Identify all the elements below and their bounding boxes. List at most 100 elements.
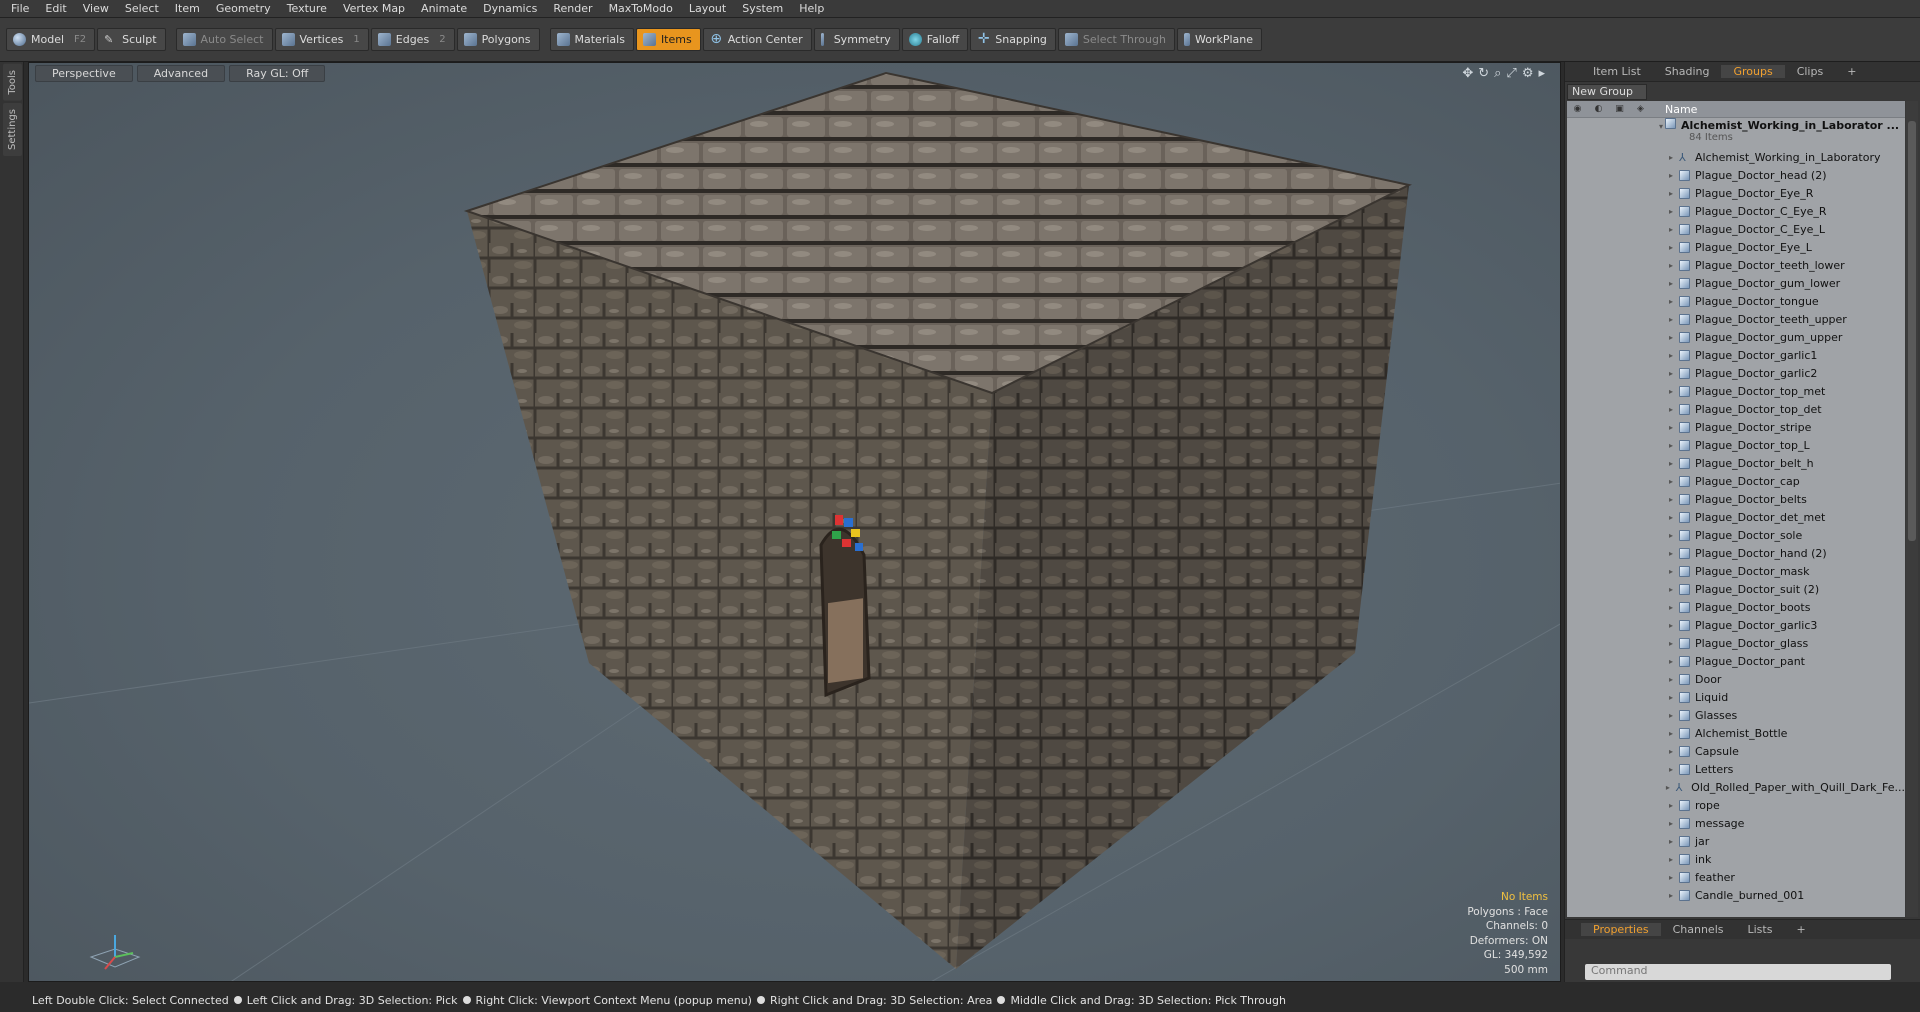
polygons-button[interactable]: Polygons bbox=[456, 28, 540, 51]
select-through-button[interactable]: Select Through bbox=[1057, 28, 1175, 51]
expand-arrow-icon[interactable]: ▸ bbox=[1669, 891, 1677, 900]
list-item[interactable]: ▸ Plague_Doctor_stripe bbox=[1567, 418, 1905, 436]
vertices-button[interactable]: Vertices 1 bbox=[274, 28, 369, 51]
list-item[interactable]: ▸ Plague_Doctor_top_det bbox=[1567, 400, 1905, 418]
list-item[interactable]: ▸ Plague_Doctor_Eye_L bbox=[1567, 238, 1905, 256]
expand-arrow-icon[interactable]: ▸ bbox=[1669, 837, 1677, 846]
list-item[interactable]: ▸ Plague_Doctor_hand (2) bbox=[1567, 544, 1905, 562]
list-item[interactable]: ▸ Plague_Doctor_boots bbox=[1567, 598, 1905, 616]
tab-properties[interactable]: Properties bbox=[1581, 923, 1661, 936]
raygl-toggle[interactable]: Ray GL: Off bbox=[229, 65, 326, 82]
expand-arrow-icon[interactable]: ▸ bbox=[1669, 657, 1677, 666]
tab-lists[interactable]: Lists bbox=[1736, 923, 1785, 936]
new-group-button[interactable]: New Group bbox=[1567, 84, 1647, 100]
expand-arrow-icon[interactable]: ▸ bbox=[1669, 639, 1677, 648]
expand-arrow-icon[interactable]: ▸ bbox=[1669, 621, 1677, 630]
list-item[interactable]: ▸ Plague_Doctor_gum_upper bbox=[1567, 328, 1905, 346]
expand-arrow-icon[interactable]: ▸ bbox=[1669, 225, 1677, 234]
lock-icon[interactable]: ▣ bbox=[1609, 104, 1630, 114]
expand-arrow-icon[interactable]: ▸ bbox=[1669, 261, 1677, 270]
add-tab-button[interactable]: + bbox=[1835, 65, 1868, 78]
list-item[interactable]: ▸ ⅄ Alchemist_Working_in_Laboratory bbox=[1567, 148, 1905, 166]
expand-arrow-icon[interactable]: ▸ bbox=[1669, 765, 1677, 774]
expand-arrow-icon[interactable]: ▸ bbox=[1669, 369, 1677, 378]
list-item[interactable]: ▸ Plague_Doctor_belt_h bbox=[1567, 454, 1905, 472]
menu-dynamics[interactable]: Dynamics bbox=[478, 2, 548, 15]
expand-arrow-icon[interactable]: ▸ bbox=[1669, 801, 1677, 810]
expand-arrow-icon[interactable]: ▸ bbox=[1669, 819, 1677, 828]
menu-maxtomodo[interactable]: MaxToModo bbox=[604, 2, 684, 15]
action-center-button[interactable]: ⊕ Action Center bbox=[702, 28, 812, 51]
expand-arrow-icon[interactable]: ▸ bbox=[1669, 567, 1677, 576]
list-item[interactable]: ▸ Plague_Doctor_glass bbox=[1567, 634, 1905, 652]
list-item[interactable]: ▸ Plague_Doctor_top_met bbox=[1567, 382, 1905, 400]
tab-channels[interactable]: Channels bbox=[1661, 923, 1736, 936]
list-item[interactable]: ▸ Glasses bbox=[1567, 706, 1905, 724]
list-item[interactable]: ▸ Plague_Doctor_teeth_upper bbox=[1567, 310, 1905, 328]
gear-icon[interactable]: ⚙ bbox=[1522, 66, 1539, 81]
expand-arrow-icon[interactable]: ▸ bbox=[1669, 333, 1677, 342]
expand-arrow-icon[interactable]: ▸ bbox=[1669, 477, 1677, 486]
items-button[interactable]: Items bbox=[635, 28, 701, 51]
3d-viewport[interactable]: Perspective Advanced Ray GL: Off ✥↻⌕⤢⚙▸ … bbox=[28, 62, 1561, 982]
list-item[interactable]: ▸ Plague_Doctor_cap bbox=[1567, 472, 1905, 490]
eye-icon[interactable]: ◉ bbox=[1567, 104, 1588, 114]
expand-arrow-icon[interactable]: ▸ bbox=[1669, 387, 1677, 396]
list-item[interactable]: ▸ Letters bbox=[1567, 760, 1905, 778]
list-item[interactable]: ▸ Door bbox=[1567, 670, 1905, 688]
list-item[interactable]: ▸ Plague_Doctor_C_Eye_L bbox=[1567, 220, 1905, 238]
list-item[interactable]: ▸ Plague_Doctor_top_L bbox=[1567, 436, 1905, 454]
falloff-button[interactable]: Falloff bbox=[901, 28, 969, 51]
maximize-icon[interactable]: ⤢ bbox=[1506, 66, 1521, 81]
scroll-thumb[interactable] bbox=[1908, 121, 1916, 541]
sculpt-button[interactable]: ✎ Sculpt bbox=[97, 28, 166, 51]
list-item[interactable]: ▸ Plague_Doctor_gum_lower bbox=[1567, 274, 1905, 292]
list-item[interactable]: ▸ Plague_Doctor_sole bbox=[1567, 526, 1905, 544]
model-button[interactable]: Model F2 bbox=[6, 28, 96, 51]
expand-arrow-icon[interactable]: ▸ bbox=[1669, 675, 1677, 684]
list-item[interactable]: ▸ Plague_Doctor_garlic3 bbox=[1567, 616, 1905, 634]
list-item[interactable]: ▸ Plague_Doctor_C_Eye_R bbox=[1567, 202, 1905, 220]
expand-arrow-icon[interactable]: ▸ bbox=[1669, 243, 1677, 252]
expand-arrow-icon[interactable]: ▸ bbox=[1669, 441, 1677, 450]
list-item[interactable]: ▸ message bbox=[1567, 814, 1905, 832]
workplane-button[interactable]: WorkPlane bbox=[1176, 28, 1262, 51]
expand-arrow-icon[interactable]: ▸ bbox=[1669, 207, 1677, 216]
expand-arrow-icon[interactable]: ▸ bbox=[1669, 603, 1677, 612]
add-bottom-tab-button[interactable]: + bbox=[1784, 923, 1817, 936]
tab-clips[interactable]: Clips bbox=[1785, 65, 1836, 78]
tab-tools[interactable]: Tools bbox=[3, 64, 22, 101]
materials-button[interactable]: Materials bbox=[549, 28, 634, 51]
symmetry-button[interactable]: Symmetry bbox=[813, 28, 900, 51]
expand-arrow-icon[interactable]: ▸ bbox=[1669, 315, 1677, 324]
list-scrollbar[interactable] bbox=[1906, 101, 1918, 917]
auto-select-button[interactable]: Auto Select bbox=[175, 28, 273, 51]
list-item[interactable]: ▸ Liquid bbox=[1567, 688, 1905, 706]
list-item[interactable]: ▸ ⅄ Old_Rolled_Paper_with_Quill_Dark_Fe... bbox=[1567, 778, 1905, 796]
menu-geometry[interactable]: Geometry bbox=[211, 2, 282, 15]
list-item[interactable]: ▸ Plague_Doctor_teeth_lower bbox=[1567, 256, 1905, 274]
rotate-icon[interactable]: ↻ bbox=[1478, 66, 1494, 81]
expand-arrow-icon[interactable]: ▸ bbox=[1669, 729, 1677, 738]
render-icon[interactable]: ◐ bbox=[1588, 104, 1609, 114]
tab-groups[interactable]: Groups bbox=[1721, 65, 1785, 78]
tab-item-list[interactable]: Item List bbox=[1581, 65, 1653, 78]
expand-arrow-icon[interactable]: ▸ bbox=[1669, 747, 1677, 756]
menu-system[interactable]: System bbox=[737, 2, 794, 15]
list-item[interactable]: ▸ ink bbox=[1567, 850, 1905, 868]
list-item[interactable]: ▸ rope bbox=[1567, 796, 1905, 814]
list-item[interactable]: ▸ Plague_Doctor_suit (2) bbox=[1567, 580, 1905, 598]
list-item[interactable]: ▸ Candle_burned_001 bbox=[1567, 886, 1905, 904]
list-item[interactable]: ▸ Capsule bbox=[1567, 742, 1905, 760]
tab-settings[interactable]: Settings bbox=[3, 102, 22, 156]
list-item[interactable]: ▸ Plague_Doctor_garlic1 bbox=[1567, 346, 1905, 364]
menu-item[interactable]: Item bbox=[170, 2, 211, 15]
list-item[interactable]: ▸ Plague_Doctor_Eye_R bbox=[1567, 184, 1905, 202]
snapping-button[interactable]: ✛ Snapping bbox=[970, 28, 1056, 51]
list-item[interactable]: ▸ Plague_Doctor_pant bbox=[1567, 652, 1905, 670]
expand-arrow-icon[interactable]: ▸ bbox=[1669, 423, 1677, 432]
menu-animate[interactable]: Animate bbox=[416, 2, 478, 15]
expand-arrow-icon[interactable]: ▸ bbox=[1538, 66, 1550, 81]
menu-select[interactable]: Select bbox=[120, 2, 170, 15]
expand-arrow-icon[interactable]: ▸ bbox=[1669, 171, 1677, 180]
